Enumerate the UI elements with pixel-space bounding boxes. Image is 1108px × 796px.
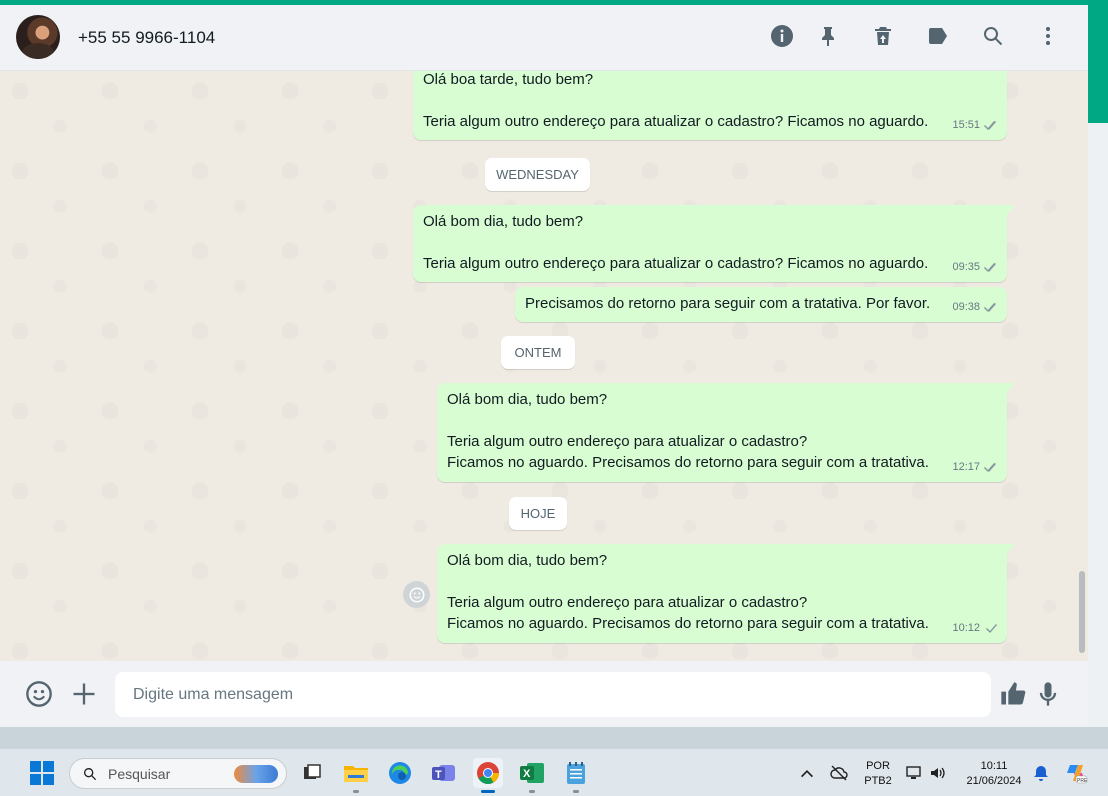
emoji-icon[interactable] (24, 679, 54, 709)
contact-name[interactable]: +55 55 9966-1104 (78, 28, 215, 48)
message-meta: 10:12 (952, 618, 999, 639)
clock-date: 21/06/2024 (966, 775, 1022, 787)
message-text: Teria algum outro endereço para atualiza… (423, 255, 929, 272)
message-time: 12:17 (952, 461, 980, 473)
menu-icon[interactable] (1035, 23, 1061, 49)
message-composer (0, 661, 1088, 727)
message-bubble[interactable]: Olá bom dia, tudo bem? Teria algum outro… (437, 544, 1015, 643)
copilot-icon[interactable]: PRE (1064, 761, 1088, 785)
excel-icon[interactable]: X (517, 758, 547, 793)
clock-time: 10:11 (980, 760, 1008, 772)
message-meta: 15:51 (952, 115, 999, 136)
windows-start-icon[interactable] (30, 761, 54, 785)
single-check-icon (986, 624, 997, 633)
message-text: Olá bom dia, tudo bem? (447, 391, 608, 408)
attach-plus-icon[interactable] (69, 679, 99, 709)
search-icon[interactable] (980, 23, 1006, 49)
cloud-off-icon[interactable] (830, 764, 848, 782)
message-meta: 09:38 (952, 297, 999, 318)
network-icon[interactable] (905, 764, 923, 782)
search-icon (84, 767, 97, 780)
chat-scrollbar[interactable] (1079, 571, 1085, 653)
language-bottom: PTB2 (864, 775, 892, 787)
side-panel-accent (1088, 5, 1108, 123)
message-input[interactable] (115, 672, 991, 717)
contact-avatar[interactable] (16, 15, 60, 59)
date-chip: HOJE (509, 497, 567, 530)
message-text: Ficamos no aguardo. Precisamos do retorn… (447, 615, 929, 632)
info-icon[interactable] (769, 23, 795, 49)
message-text: Teria algum outro endereço para atualiza… (447, 433, 808, 450)
message-bubble[interactable]: Precisamos do retorno para seguir com a … (515, 287, 1007, 322)
volume-icon[interactable] (929, 764, 947, 782)
react-emoji-button[interactable] (403, 581, 430, 608)
search-highlight-icon (234, 765, 278, 783)
message-meta: 09:35 (952, 257, 999, 278)
svg-text:X: X (523, 768, 531, 780)
whatsapp-chat-window: +55 55 9966-1104 Olá boa tarde, tudo bem… (0, 5, 1088, 727)
message-text: Teria algum outro endereço para atualiza… (423, 113, 929, 130)
chrome-icon[interactable] (473, 758, 503, 793)
task-view-icon[interactable] (297, 758, 327, 788)
taskbar-search[interactable]: Pesquisar (69, 758, 287, 789)
smiley-icon (409, 587, 424, 602)
date-chip: WEDNESDAY (485, 158, 590, 191)
message-time: 09:38 (952, 301, 980, 313)
search-label: Pesquisar (108, 765, 171, 782)
edge-browser-icon[interactable] (385, 758, 415, 788)
delete-icon[interactable] (870, 23, 896, 49)
message-meta: 12:17 (952, 457, 999, 478)
double-check-icon (984, 121, 996, 130)
label-icon[interactable] (925, 23, 951, 49)
clock[interactable]: 10:11 21/06/2024 (958, 759, 1030, 789)
double-check-icon (984, 463, 996, 472)
language-top: POR (866, 760, 890, 772)
double-check-icon (984, 303, 996, 312)
notification-bell-icon[interactable] (1032, 764, 1050, 782)
windows-taskbar: Pesquisar T X POR PTB2 10:11 21/06/2024 … (0, 748, 1108, 796)
message-bubble[interactable]: Olá bom dia, tudo bem? Teria algum outro… (413, 205, 1015, 282)
teams-icon[interactable]: T (429, 758, 459, 788)
message-text: Olá bom dia, tudo bem? (447, 552, 608, 569)
file-explorer-icon[interactable] (341, 758, 371, 793)
message-time: 15:51 (952, 119, 980, 131)
message-time: 09:35 (952, 261, 980, 273)
side-panel-edge (1088, 5, 1108, 727)
message-bubble[interactable]: Olá boa tarde, tudo bem? Teria algum out… (413, 71, 1007, 140)
thumbs-up-icon[interactable] (998, 679, 1028, 709)
message-bubble[interactable]: Olá bom dia, tudo bem? Teria algum outro… (437, 383, 1015, 482)
svg-text:T: T (435, 769, 442, 781)
message-time: 10:12 (952, 622, 980, 634)
message-text: Olá boa tarde, tudo bem? (423, 71, 594, 88)
message-text: Teria algum outro endereço para atualiza… (447, 594, 808, 611)
date-chip: ONTEM (501, 336, 575, 369)
chevron-up-icon[interactable] (798, 764, 816, 782)
chat-header: +55 55 9966-1104 (0, 5, 1088, 71)
message-text: Ficamos no aguardo. Precisamos do retorn… (447, 454, 929, 471)
message-text: Precisamos do retorno para seguir com a … (525, 295, 931, 312)
language-indicator[interactable]: POR PTB2 (862, 759, 894, 789)
message-text: Olá bom dia, tudo bem? (423, 213, 584, 230)
notepad-icon[interactable] (561, 758, 591, 793)
pin-icon[interactable] (815, 23, 841, 49)
message-list[interactable]: Olá boa tarde, tudo bem? Teria algum out… (0, 71, 1088, 661)
double-check-icon (984, 263, 996, 272)
svg-text:PRE: PRE (1077, 778, 1088, 784)
microphone-icon[interactable] (1033, 679, 1063, 709)
